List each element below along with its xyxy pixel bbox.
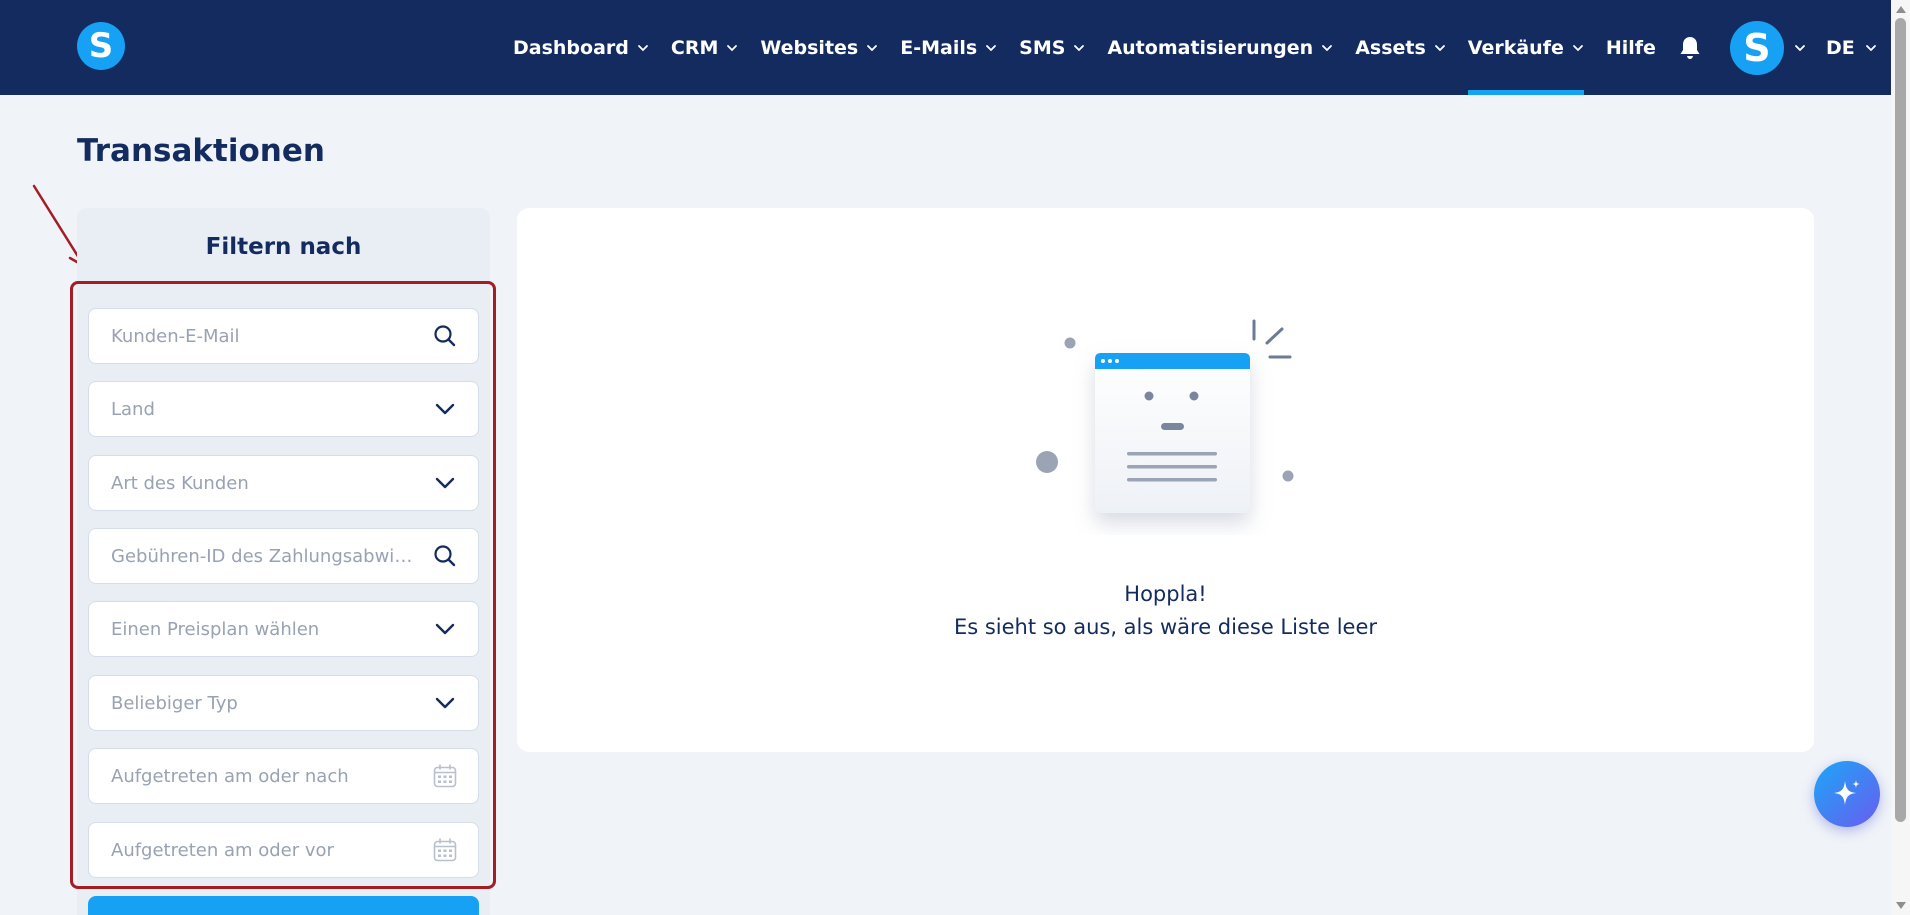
nav-sms[interactable]: SMS	[1019, 0, 1085, 95]
page-scrollbar[interactable]	[1891, 0, 1910, 915]
apply-filters-button[interactable]	[88, 896, 479, 915]
nav-websites[interactable]: Websites	[760, 0, 878, 95]
chevron-down-icon	[1322, 44, 1333, 51]
filter-panel-title: Filtern nach	[205, 234, 362, 260]
scroll-down-arrow-icon[interactable]	[1896, 902, 1906, 909]
nav-dashboard[interactable]: Dashboard	[513, 0, 649, 95]
nav-label: Dashboard	[513, 36, 629, 59]
chevron-down-icon	[867, 44, 878, 51]
page-title: Transaktionen	[77, 133, 325, 169]
empty-state-message: Es sieht so aus, als wäre diese Liste le…	[953, 615, 1378, 639]
chevron-down-icon[interactable]	[1794, 42, 1806, 54]
sparkle-icon	[1834, 780, 1860, 805]
nav-label: Hilfe	[1605, 36, 1656, 59]
chevron-down-icon	[1572, 44, 1583, 51]
user-avatar[interactable]: S	[1729, 20, 1784, 75]
chevron-down-icon	[1434, 44, 1445, 51]
chevron-down-icon	[1865, 44, 1876, 51]
scroll-thumb[interactable]	[1895, 18, 1906, 822]
nav-crm[interactable]: CRM	[671, 0, 738, 95]
ai-assistant-button[interactable]	[1814, 761, 1880, 827]
nav-label: SMS	[1019, 36, 1066, 59]
main-nav: Dashboard CRM Websites E-Mails SMS Autom…	[513, 0, 1877, 95]
empty-list-illustration-icon	[1036, 319, 1294, 513]
nav-hilfe[interactable]: Hilfe	[1606, 0, 1656, 95]
language-label: DE	[1825, 36, 1855, 59]
app-logo[interactable]: S	[77, 22, 125, 70]
chevron-down-icon	[727, 44, 738, 51]
nav-label: E-Mails	[900, 36, 978, 59]
chevron-down-icon	[637, 44, 648, 51]
nav-assets[interactable]: Assets	[1355, 0, 1446, 95]
scroll-up-arrow-icon[interactable]	[1896, 6, 1906, 13]
bell-icon[interactable]	[1678, 35, 1702, 61]
nav-verkaeufe[interactable]: Verkäufe	[1467, 0, 1584, 95]
annotation-highlight-box	[70, 281, 496, 889]
nav-emails[interactable]: E-Mails	[900, 0, 997, 95]
nav-label: Verkäufe	[1467, 36, 1564, 59]
chevron-down-icon	[1074, 44, 1085, 51]
nav-label: Automatisierungen	[1107, 36, 1314, 59]
nav-automatisierungen[interactable]: Automatisierungen	[1107, 0, 1333, 95]
empty-state-title: Hoppla!	[1124, 582, 1207, 606]
chevron-down-icon	[986, 44, 997, 51]
nav-label: Assets	[1355, 36, 1426, 59]
nav-label: CRM	[670, 36, 719, 59]
nav-label: Websites	[760, 36, 859, 59]
language-selector[interactable]: DE	[1826, 37, 1877, 59]
top-navigation-bar: S Dashboard CRM Websites E-Mails SMS Aut…	[0, 0, 1891, 95]
